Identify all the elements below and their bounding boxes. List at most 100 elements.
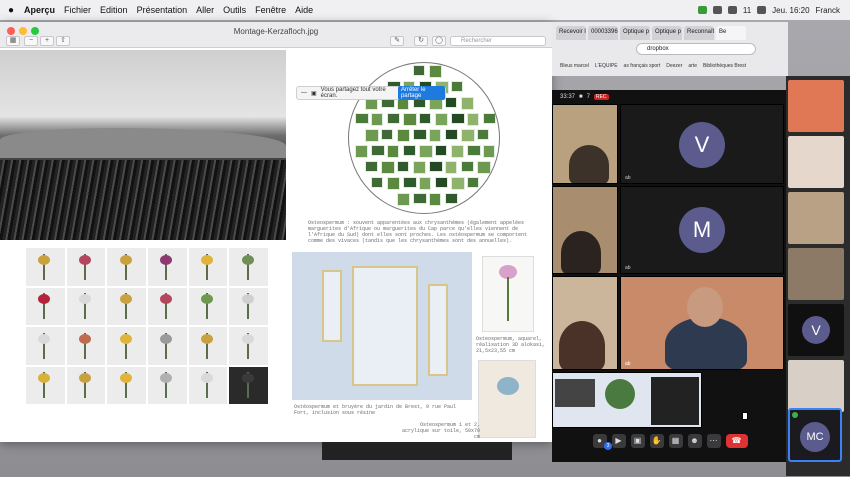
participants-icon[interactable]: ■ xyxy=(579,94,583,100)
menu-app[interactable]: Aperçu xyxy=(24,5,55,15)
video-icon[interactable]: ▶ xyxy=(611,434,626,448)
raise-hand-icon[interactable]: ✋ xyxy=(649,434,664,448)
zoom-top-info: 33:37 ■ 7 REC xyxy=(552,90,788,104)
tab-6[interactable]: Be xyxy=(716,26,746,40)
leaf-thumbnail xyxy=(445,193,458,204)
bookmark-6[interactable]: Bibliothèques Brest xyxy=(703,63,746,69)
video-tile-3[interactable] xyxy=(552,276,618,370)
share-minimize-icon[interactable]: — xyxy=(301,90,307,96)
clock[interactable]: Jeu. 16:20 xyxy=(772,6,809,15)
specimen-thumbnail xyxy=(229,287,268,325)
leaf-thumbnail xyxy=(371,113,383,126)
leaf-thumbnail xyxy=(419,113,431,124)
leaf-thumbnail xyxy=(435,113,448,126)
leaf-thumbnail xyxy=(445,129,458,140)
video-tile-1[interactable] xyxy=(552,104,618,184)
zoom-gallery: 33:37 ■ 7 REC V ab M ab ab ● ▶ ▣ ✋ ▦ ☻ ⋯… xyxy=(552,90,788,462)
strip-tile-2[interactable] xyxy=(788,136,844,188)
search-input[interactable]: Rechercher xyxy=(450,36,546,46)
menu-fichier[interactable]: Fichier xyxy=(64,5,91,15)
strip-tile-4[interactable] xyxy=(788,248,844,300)
strip-tile-1[interactable] xyxy=(788,80,844,132)
tile-tag: ab xyxy=(625,175,631,181)
zoom-status-icon[interactable] xyxy=(697,6,707,14)
tab-5[interactable]: Reconnaître xyxy=(684,26,714,40)
bookmark-4[interactable]: Deezer xyxy=(666,63,682,69)
bookmark-5[interactable]: arte xyxy=(688,63,697,69)
pink-flower-card xyxy=(482,256,534,332)
avatar-v: V xyxy=(679,122,725,168)
more-icon[interactable]: ⋯ xyxy=(706,434,721,448)
menu-presentation[interactable]: Présentation xyxy=(137,5,188,15)
leaf-thumbnail xyxy=(451,177,465,190)
specimen-thumbnail xyxy=(66,366,106,404)
specimen-thumbnail xyxy=(26,287,65,325)
blue-flower-shape xyxy=(497,377,519,395)
markup-icon[interactable]: ✎ xyxy=(390,36,404,46)
specimen-thumbnail xyxy=(229,248,268,286)
leaf-thumbnail xyxy=(477,129,489,140)
strip-tile-3[interactable] xyxy=(788,192,844,244)
rotate-icon[interactable]: ↻ xyxy=(414,36,428,46)
strip-tile-5[interactable] xyxy=(788,360,844,412)
leaf-thumbnail xyxy=(461,129,475,142)
battery-icon[interactable] xyxy=(727,6,737,14)
stop-share-button[interactable]: Arrêter le partage xyxy=(397,86,445,100)
apple-menu-icon[interactable]: ● xyxy=(8,5,18,16)
menu-edition[interactable]: Edition xyxy=(100,5,128,15)
large-frame xyxy=(352,266,418,386)
zoom-out-icon[interactable]: − xyxy=(24,36,38,46)
self-avatar: MC xyxy=(800,422,830,452)
leave-call-icon[interactable]: ☎ xyxy=(725,434,748,448)
share-screen-icon: ▣ xyxy=(311,90,317,97)
battery-value: 11 xyxy=(742,5,752,15)
person-shape xyxy=(559,321,605,369)
status-area: 11 Jeu. 16:20 Franck xyxy=(697,0,840,20)
menu-fenetre[interactable]: Fenêtre xyxy=(255,5,286,15)
share-icon[interactable]: ⇧ xyxy=(56,36,70,46)
tab-2[interactable]: 00003396 xyxy=(588,26,618,40)
leaf-thumbnail xyxy=(419,145,433,158)
bookmark-1[interactable]: Bleus marcel xyxy=(560,63,589,69)
thumb-zoom xyxy=(651,377,699,425)
leaf-thumbnail xyxy=(397,161,409,172)
specimen-thumbnail xyxy=(26,366,65,404)
sidebar-toggle-icon[interactable]: ▦ xyxy=(6,36,20,46)
leaf-thumbnail xyxy=(461,161,474,172)
share-screen-button-icon[interactable]: ▣ xyxy=(630,434,645,448)
gallery-icon[interactable]: ▦ xyxy=(668,434,683,448)
stem-shape xyxy=(507,277,509,321)
preview-window: Montage-Kerzafloch.jpg ▦ − + ⇧ ✎ ↻ ◯ Rec… xyxy=(0,22,552,442)
self-view-tile[interactable]: MC xyxy=(788,408,842,462)
bloom-shape xyxy=(160,333,173,344)
bloom-shape xyxy=(79,373,92,384)
thumb-landscape xyxy=(555,379,595,407)
bookmark-2[interactable]: L'EQUIPE xyxy=(595,63,618,69)
specimen-thumbnail xyxy=(188,248,228,286)
leaf-thumbnail xyxy=(445,161,457,174)
video-tile-v[interactable]: V ab xyxy=(620,104,784,184)
desktop: ● Aperçu Fichier Edition Présentation Al… xyxy=(0,0,850,477)
shared-screen-thumbnail[interactable] xyxy=(552,372,702,428)
dropbox-status-icon[interactable] xyxy=(712,6,722,14)
menu-aller[interactable]: Aller xyxy=(196,5,214,15)
tab-3[interactable]: Optique p xyxy=(620,26,650,40)
tab-4[interactable]: Optique p xyxy=(652,26,682,40)
tab-1[interactable]: Recevoir le xyxy=(556,26,586,40)
user-name[interactable]: Franck xyxy=(816,6,840,15)
annotate-icon[interactable]: ◯ xyxy=(432,36,446,46)
zoom-in-icon[interactable]: + xyxy=(40,36,54,46)
menu-bar: ● Aperçu Fichier Edition Présentation Al… xyxy=(0,0,850,20)
video-tile-2[interactable] xyxy=(552,186,618,274)
mic-active-icon xyxy=(792,412,798,418)
participants-button-icon[interactable]: ☻ xyxy=(687,434,702,448)
bookmark-3[interactable]: as français sport xyxy=(624,63,661,69)
menu-outils[interactable]: Outils xyxy=(223,5,246,15)
strip-tile-v[interactable]: V xyxy=(788,304,844,356)
video-tile-speaker[interactable]: ab xyxy=(620,276,784,370)
video-tile-m[interactable]: M ab xyxy=(620,186,784,274)
wifi-icon[interactable] xyxy=(757,6,767,14)
menu-aide[interactable]: Aide xyxy=(295,5,313,15)
bloom-shape xyxy=(241,294,254,305)
address-bar[interactable]: dropbox xyxy=(636,43,756,55)
